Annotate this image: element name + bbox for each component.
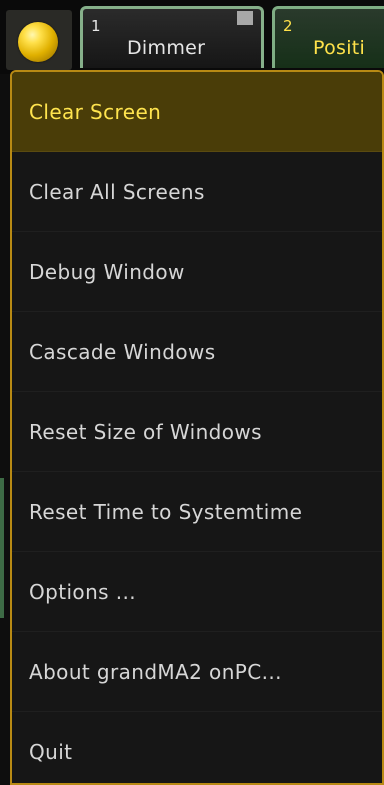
view-tab-dimmer[interactable]: 1 Dimmer bbox=[80, 6, 264, 68]
menu-item-debug-window[interactable]: Debug Window bbox=[12, 232, 382, 312]
tab-corner-marker bbox=[237, 11, 253, 25]
menu-item-quit[interactable]: Quit bbox=[12, 712, 382, 783]
tab-label: Positi bbox=[313, 37, 366, 59]
menu-item-clear-screen[interactable]: Clear Screen bbox=[12, 72, 382, 152]
main-dropdown-menu: Clear Screen Clear All Screens Debug Win… bbox=[10, 70, 384, 785]
menu-item-about[interactable]: About grandMA2 onPC... bbox=[12, 632, 382, 712]
menu-item-cascade-windows[interactable]: Cascade Windows bbox=[12, 312, 382, 392]
view-tab-position[interactable]: 2 Positi bbox=[272, 6, 384, 68]
menu-item-options[interactable]: Options ... bbox=[12, 552, 382, 632]
menu-item-clear-all-screens[interactable]: Clear All Screens bbox=[12, 152, 382, 232]
main-menu-button[interactable] bbox=[6, 10, 72, 70]
tab-number: 1 bbox=[91, 17, 101, 35]
tab-label: Dimmer bbox=[127, 37, 206, 59]
grandma-ball-icon bbox=[18, 22, 58, 62]
menu-item-reset-time[interactable]: Reset Time to Systemtime bbox=[12, 472, 382, 552]
background-green-edge bbox=[0, 478, 4, 618]
top-bar: 1 Dimmer 2 Positi bbox=[0, 0, 384, 74]
tab-number: 2 bbox=[283, 17, 293, 35]
menu-item-reset-size-of-windows[interactable]: Reset Size of Windows bbox=[12, 392, 382, 472]
app-window: 1 Dimmer 2 Positi Clear Screen Clear All… bbox=[0, 0, 384, 785]
